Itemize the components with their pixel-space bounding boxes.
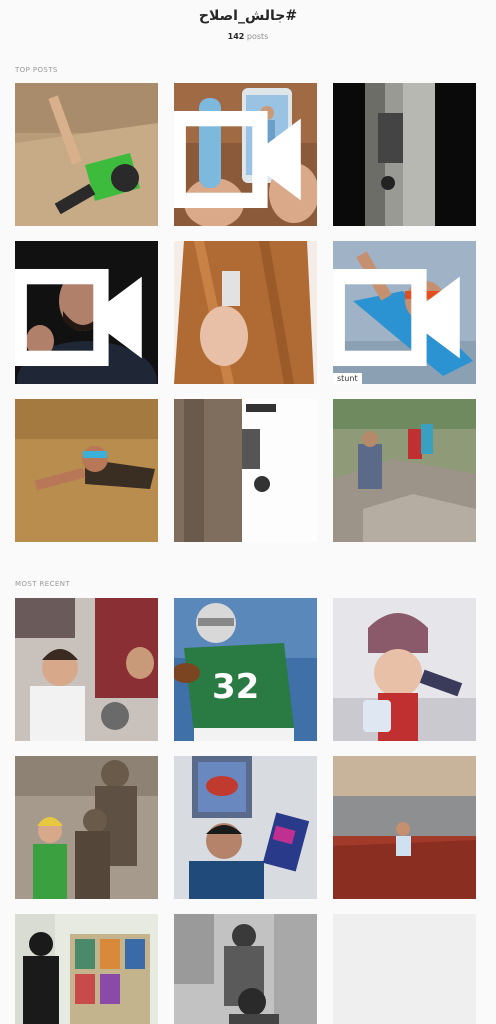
post-tile[interactable] — [15, 756, 158, 899]
post-image — [15, 83, 158, 226]
post-image — [174, 399, 317, 542]
post-tile[interactable] — [15, 241, 158, 384]
hashtag-header: جالش_اصلاح# 142 posts — [0, 6, 496, 41]
top-posts-label: TOP POSTS — [15, 66, 58, 74]
post-tile[interactable] — [174, 756, 317, 899]
post-image: 32 — [174, 598, 317, 741]
most-recent-grid: 32 — [15, 598, 476, 1024]
hashtag-page: جالش_اصلاح# 142 posts TOP POSTS stunt MO… — [0, 0, 496, 1024]
post-tile[interactable] — [333, 83, 476, 226]
hashtag-title: جالش_اصلاح# — [198, 8, 298, 24]
post-tile[interactable]: stunt — [333, 241, 476, 384]
post-image — [333, 83, 476, 226]
post-image — [15, 914, 158, 1024]
post-tile[interactable] — [174, 399, 317, 542]
post-count: 142 posts — [0, 32, 496, 41]
post-tile[interactable] — [15, 598, 158, 741]
post-image — [15, 756, 158, 899]
post-image — [174, 241, 317, 384]
post-tile[interactable] — [333, 598, 476, 741]
post-image — [333, 756, 476, 899]
post-tile[interactable] — [15, 399, 158, 542]
tile-caption: stunt — [333, 373, 362, 384]
empty-tile — [333, 914, 476, 1024]
post-image — [333, 399, 476, 542]
post-tile[interactable] — [174, 914, 317, 1024]
post-tile[interactable] — [333, 399, 476, 542]
post-image — [333, 598, 476, 741]
post-tile[interactable]: 32 — [174, 598, 317, 741]
post-tile[interactable] — [333, 756, 476, 899]
top-posts-grid: stunt — [15, 83, 476, 542]
post-tile[interactable] — [174, 83, 317, 226]
post-tile[interactable] — [15, 83, 158, 226]
video-camera-icon — [15, 268, 142, 367]
post-image — [15, 399, 158, 542]
jersey-number: 32 — [212, 667, 259, 707]
video-camera-icon — [174, 110, 301, 209]
post-tile[interactable] — [15, 914, 158, 1024]
video-camera-icon — [333, 268, 460, 367]
post-image — [15, 598, 158, 741]
post-image — [174, 756, 317, 899]
post-count-number: 142 — [227, 32, 245, 41]
post-image — [174, 914, 317, 1024]
most-recent-label: MOST RECENT — [15, 580, 71, 588]
post-count-label: posts — [246, 32, 269, 41]
post-tile[interactable] — [174, 241, 317, 384]
